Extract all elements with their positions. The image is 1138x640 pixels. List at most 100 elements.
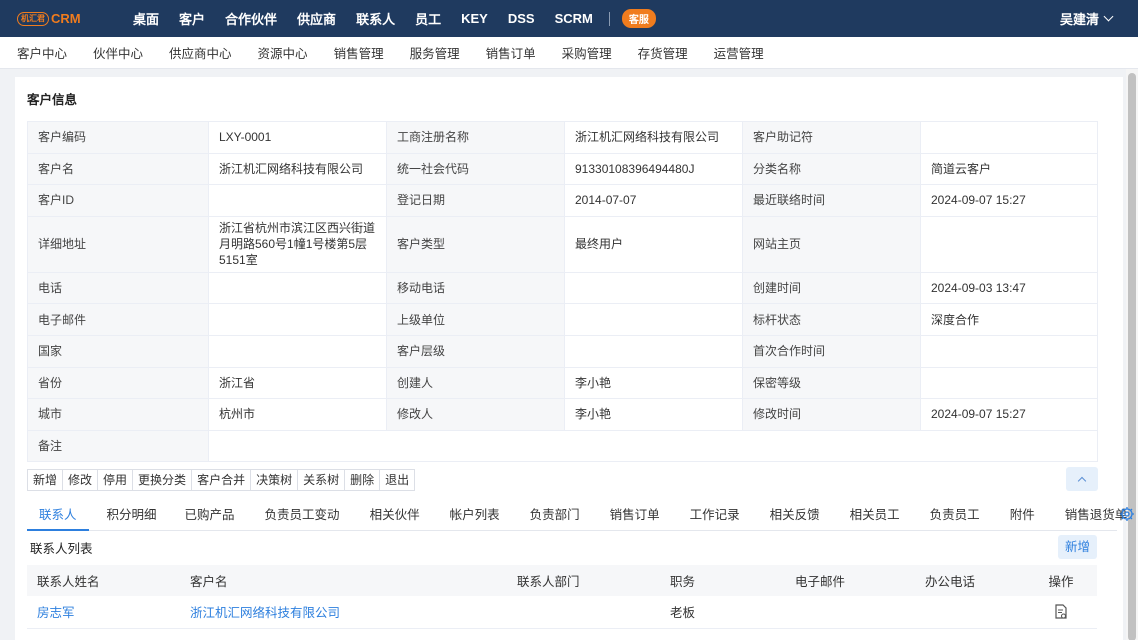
info-label: 修改时间 [742, 398, 921, 431]
info-label: 网站主页 [742, 215, 921, 273]
info-label: 省份 [27, 366, 209, 400]
kefu-button[interactable]: 客服 [621, 9, 656, 28]
contact-dept [507, 596, 660, 629]
tab-purchased-products[interactable]: 已购产品 [185, 499, 235, 531]
logo[interactable]: 机汇君 CRM [17, 11, 117, 26]
address-value: 浙江省杭州市滨江区西兴街道月明路560号1幢1号楼第5层5151室 [208, 215, 387, 273]
subnav-sales-mgmt[interactable]: 销售管理 [334, 43, 384, 62]
info-label: 城市 [27, 398, 209, 431]
merge-customer-button[interactable]: 客户合并 [192, 470, 252, 490]
tab-contacts[interactable]: 联系人 [27, 499, 89, 531]
info-label: 最近联络时间 [742, 184, 921, 217]
tab-accounts[interactable]: 帐户列表 [450, 499, 500, 531]
contact-customer-link[interactable]: 浙江机汇网络科技有限公司 [180, 596, 507, 629]
col-header-phone: 办公电话 [915, 565, 1025, 596]
nav-dss[interactable]: DSS [508, 11, 535, 26]
subnav-supplier-center[interactable]: 供应商中心 [169, 43, 232, 62]
sub-nav: 客户中心 伙伴中心 供应商中心 资源中心 销售管理 服务管理 销售订单 采购管理… [0, 37, 1138, 69]
website-value [920, 215, 1098, 273]
parent-value [564, 303, 743, 336]
nav-partner[interactable]: 合作伙伴 [225, 9, 277, 28]
tab-work-records[interactable]: 工作记录 [690, 499, 740, 531]
tab-sales-returns[interactable]: 销售退货单 [1065, 499, 1128, 531]
province-value: 浙江省 [208, 366, 387, 400]
info-row: 省份 浙江省 创建人 李小艳 保密等级 [27, 366, 1098, 400]
info-label: 客户名 [27, 152, 209, 186]
info-row: 客户编码 LXY-0001 工商注册名称 浙江机汇网络科技有限公司 客户助记符 [27, 121, 1098, 154]
nav-scrm[interactable]: SCRM [555, 11, 593, 26]
logo-badge: 机汇君 [17, 11, 49, 26]
contacts-list-title: 联系人列表 [30, 542, 93, 556]
nav-supplier[interactable]: 供应商 [297, 9, 336, 28]
tab-owner-changes[interactable]: 负责员工变动 [265, 499, 340, 531]
relation-tree-button[interactable]: 关系树 [298, 470, 346, 490]
info-label: 客户层级 [386, 334, 565, 368]
country-value [208, 334, 387, 368]
nav-contact[interactable]: 联系人 [356, 9, 395, 28]
edit-button[interactable]: 修改 [63, 470, 99, 490]
info-label: 客户ID [27, 184, 209, 217]
level-value [564, 334, 743, 368]
customer-id-value [208, 184, 387, 217]
tab-feedback[interactable]: 相关反馈 [770, 499, 820, 531]
tab-related-partners[interactable]: 相关伙伴 [370, 499, 420, 531]
exit-button[interactable]: 退出 [380, 470, 415, 490]
user-menu[interactable]: 吴建清 [1059, 0, 1114, 37]
tab-related-employees[interactable]: 相关员工 [850, 499, 900, 531]
nav-separator [608, 11, 610, 26]
tab-responsible-employees[interactable]: 负责员工 [930, 499, 980, 531]
subnav-customer-center[interactable]: 客户中心 [17, 43, 67, 62]
nav-customer[interactable]: 客户 [179, 9, 205, 28]
user-name: 吴建清 [1059, 12, 1099, 27]
logo-text: CRM [51, 11, 81, 26]
col-header-action: 操作 [1025, 565, 1097, 596]
contact-name-link[interactable]: 房志军 [27, 596, 180, 629]
page-scrollbar[interactable] [1126, 69, 1138, 640]
customer-code-value: LXY-0001 [208, 121, 387, 154]
secrecy-value [920, 366, 1098, 400]
remark-value [208, 429, 1098, 463]
info-label: 详细地址 [27, 215, 209, 273]
tab-sales-orders[interactable]: 销售订单 [610, 499, 660, 531]
collapse-button[interactable] [1066, 467, 1098, 491]
add-contact-button[interactable]: 新增 [1058, 535, 1097, 559]
tab-responsible-dept[interactable]: 负责部门 [530, 499, 580, 531]
detail-tabs: 联系人 积分明细 已购产品 负责员工变动 相关伙伴 帐户列表 负责部门 销售订单… [27, 499, 1134, 531]
tab-attachments[interactable]: 附件 [1010, 499, 1035, 531]
add-button[interactable]: 新增 [28, 470, 64, 490]
scrollbar-thumb[interactable] [1128, 73, 1136, 640]
subnav-operation-mgmt[interactable]: 运营管理 [714, 43, 764, 62]
info-label: 保密等级 [742, 366, 921, 400]
info-row: 备注 [27, 429, 1098, 463]
info-label: 修改人 [386, 398, 565, 431]
document-view-icon[interactable] [1054, 604, 1068, 620]
change-category-button[interactable]: 更换分类 [133, 470, 193, 490]
info-label: 移动电话 [386, 271, 565, 305]
info-label: 电子邮件 [27, 303, 209, 336]
info-row: 电子邮件 上级单位 标杆状态 深度合作 [27, 303, 1098, 336]
info-label: 标杆状态 [742, 303, 921, 336]
customer-name-value: 浙江机汇网络科技有限公司 [208, 152, 387, 186]
subnav-service-mgmt[interactable]: 服务管理 [410, 43, 460, 62]
contact-phone [915, 596, 1025, 629]
tab-points[interactable]: 积分明细 [107, 499, 157, 531]
col-header-customer: 客户名 [180, 565, 507, 596]
nav-key[interactable]: KEY [461, 11, 488, 26]
info-label: 统一社会代码 [386, 152, 565, 186]
subnav-inventory-mgmt[interactable]: 存货管理 [638, 43, 688, 62]
customer-type-value: 最终用户 [564, 215, 743, 273]
nav-desktop[interactable]: 桌面 [133, 9, 159, 28]
creator-value: 李小艳 [564, 366, 743, 400]
subnav-purchase-mgmt[interactable]: 采购管理 [562, 43, 612, 62]
col-header-name: 联系人姓名 [27, 565, 180, 596]
nav-employee[interactable]: 员工 [415, 9, 441, 28]
category-value: 简道云客户 [920, 152, 1098, 186]
subnav-partner-center[interactable]: 伙伴中心 [93, 43, 143, 62]
disable-button[interactable]: 停用 [98, 470, 134, 490]
last-contact-value: 2024-09-07 15:27 [920, 184, 1098, 217]
gear-icon[interactable] [1119, 506, 1135, 522]
decision-tree-button[interactable]: 决策树 [251, 470, 299, 490]
delete-button[interactable]: 删除 [345, 470, 381, 490]
subnav-resource-center[interactable]: 资源中心 [258, 43, 308, 62]
subnav-sales-order[interactable]: 销售订单 [486, 43, 536, 62]
